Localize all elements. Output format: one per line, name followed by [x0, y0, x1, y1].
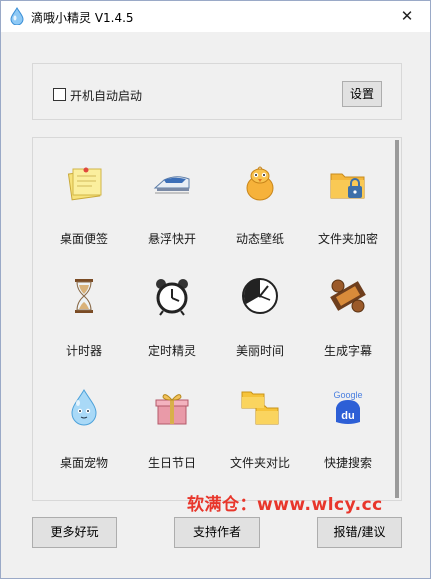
baidu-wordmark: du	[341, 410, 354, 422]
hourglass-icon	[75, 279, 93, 313]
app-window: 滴哦小精灵 V1.4.5 ✕ 开机自动启动 设置 桌面便签 悬浮快开 动态壁纸 …	[0, 0, 431, 579]
chick-icon	[246, 166, 274, 201]
tool-tile-folder-encrypt[interactable]: 文件夹加密	[308, 146, 388, 246]
tool-tile-floating-launcher[interactable]: 悬浮快开	[132, 146, 212, 246]
film-reel-icon	[330, 279, 366, 313]
close-icon: ✕	[400, 7, 414, 25]
gift-box-icon	[155, 394, 189, 425]
tool-label: 桌面宠物	[59, 456, 108, 470]
more-fun-button[interactable]: 更多好玩	[32, 517, 117, 548]
tools-grid: 桌面便签 悬浮快开 动态壁纸 文件夹加密 计时器 定时精灵 美丽时间 生成字幕 …	[32, 137, 402, 501]
tool-label: 悬浮快开	[147, 232, 196, 246]
feedback-button[interactable]: 报错/建议	[317, 517, 402, 548]
tool-label: 定时精灵	[147, 344, 196, 358]
tool-label: 生日节日	[147, 456, 196, 470]
tool-tile-desktop-pet[interactable]: 桌面宠物	[44, 370, 124, 470]
tool-label: 桌面便签	[59, 232, 108, 246]
tool-label: 快捷搜索	[323, 456, 372, 470]
vertical-scrollbar[interactable]	[395, 140, 399, 498]
startup-settings-panel: 开机自动启动 设置	[32, 63, 402, 120]
folder-compare-icon	[241, 391, 279, 425]
tool-tile-sticky-note[interactable]: 桌面便签	[44, 146, 124, 246]
tool-tile-timer[interactable]: 计时器	[44, 258, 124, 358]
artistic-clock-icon	[242, 278, 278, 314]
tool-label: 生成字幕	[323, 344, 372, 358]
tool-tile-live-wallpaper[interactable]: 动态壁纸	[220, 146, 300, 246]
tool-label: 文件夹加密	[317, 232, 378, 246]
close-button[interactable]: ✕	[384, 1, 430, 32]
sticky-note-icon	[67, 167, 102, 201]
alarm-clock-icon	[156, 279, 188, 316]
support-author-button[interactable]: 支持作者	[174, 517, 260, 548]
tool-label: 文件夹对比	[229, 456, 290, 470]
water-drop-pet-icon	[71, 389, 97, 426]
window-title: 滴哦小精灵 V1.4.5	[31, 11, 134, 25]
watermark-text: 软满仓：www.wlcy.cc	[187, 495, 383, 515]
autostart-label[interactable]: 开机自动启动	[70, 87, 142, 104]
autostart-checkbox[interactable]	[53, 88, 66, 101]
google-wordmark: Google	[333, 390, 362, 400]
tool-label: 计时器	[65, 344, 102, 358]
tool-label: 动态壁纸	[235, 232, 284, 246]
settings-button[interactable]: 设置	[342, 81, 382, 107]
tool-tile-folder-compare[interactable]: 文件夹对比	[220, 370, 300, 470]
tool-label: 美丽时间	[235, 344, 284, 358]
search-engines-icon: Google du	[333, 390, 363, 424]
locked-folder-icon	[330, 173, 365, 199]
tool-tile-quick-search[interactable]: Google du 快捷搜索	[308, 370, 388, 470]
tool-tile-subtitle-gen[interactable]: 生成字幕	[308, 258, 388, 358]
tool-tile-scheduler[interactable]: 定时精灵	[132, 258, 212, 358]
water-drop-app-icon	[10, 7, 24, 25]
bullet-train-icon	[153, 176, 190, 194]
title-bar[interactable]: 滴哦小精灵 V1.4.5 ✕	[1, 1, 430, 32]
tool-tile-beautiful-time[interactable]: 美丽时间	[220, 258, 300, 358]
tool-tile-birthday[interactable]: 生日节日	[132, 370, 212, 470]
